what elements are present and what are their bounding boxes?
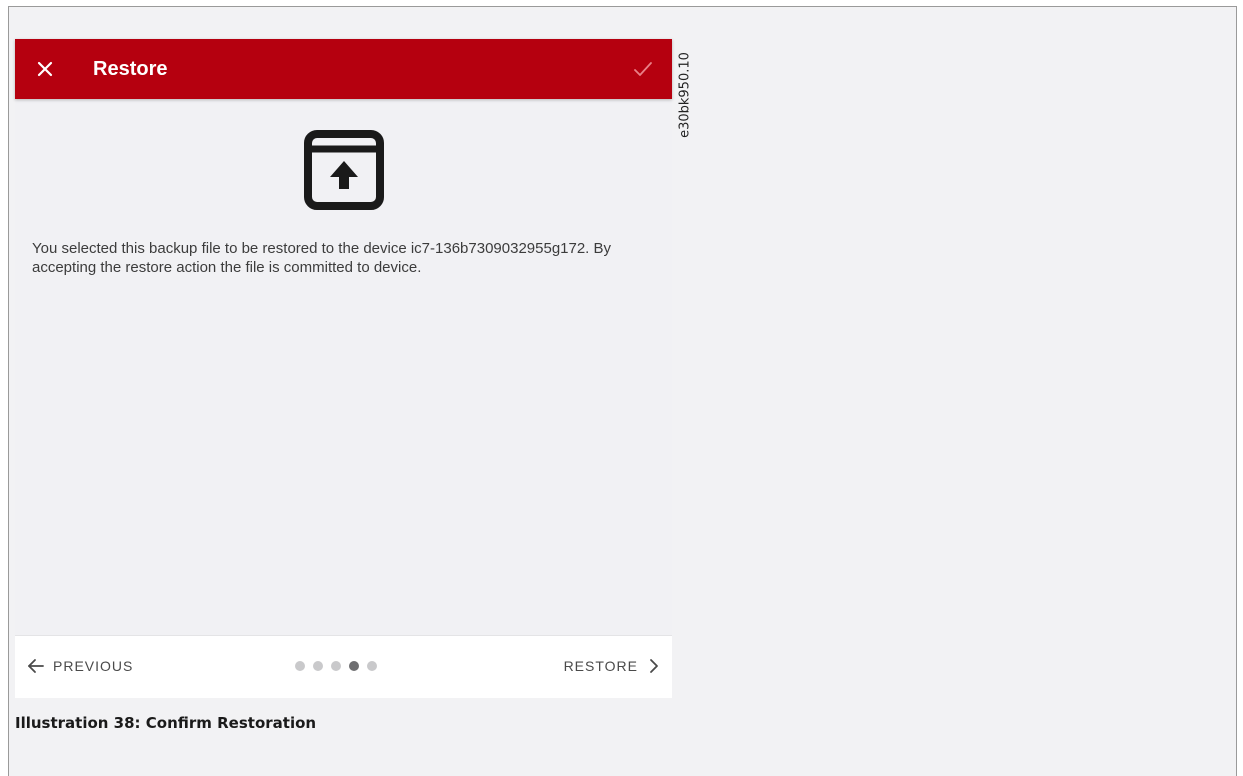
restore-button[interactable]: RESTORE: [564, 654, 660, 678]
archive-upload-icon: [304, 130, 384, 210]
figure-caption: Illustration 38: Confirm Restoration: [15, 714, 317, 732]
page-title: Restore: [93, 58, 168, 80]
close-icon: [37, 61, 53, 77]
step-dot-current: [349, 661, 359, 671]
confirm-button[interactable]: [630, 55, 656, 83]
restore-dialog: Restore You selected this backup file to…: [15, 39, 672, 698]
chevron-right-icon: [650, 659, 658, 673]
step-dot: [367, 661, 377, 671]
check-icon: [634, 62, 652, 76]
close-button[interactable]: [33, 55, 57, 83]
restore-message: You selected this backup file to be rest…: [32, 240, 612, 276]
figure-reference-code: e30bk950.10: [676, 40, 694, 150]
app-bar: Restore: [15, 39, 672, 99]
step-dot: [295, 661, 305, 671]
restore-label: RESTORE: [563, 658, 638, 674]
arrow-left-icon: [28, 659, 44, 673]
step-indicator: [295, 661, 377, 671]
previous-button[interactable]: PREVIOUS: [27, 654, 133, 678]
previous-label: PREVIOUS: [53, 658, 134, 674]
step-dot: [313, 661, 323, 671]
reference-code-text: e30bk950.10: [677, 52, 693, 138]
step-dot: [331, 661, 341, 671]
step-navigation-bar: PREVIOUS RESTORE: [15, 635, 672, 698]
